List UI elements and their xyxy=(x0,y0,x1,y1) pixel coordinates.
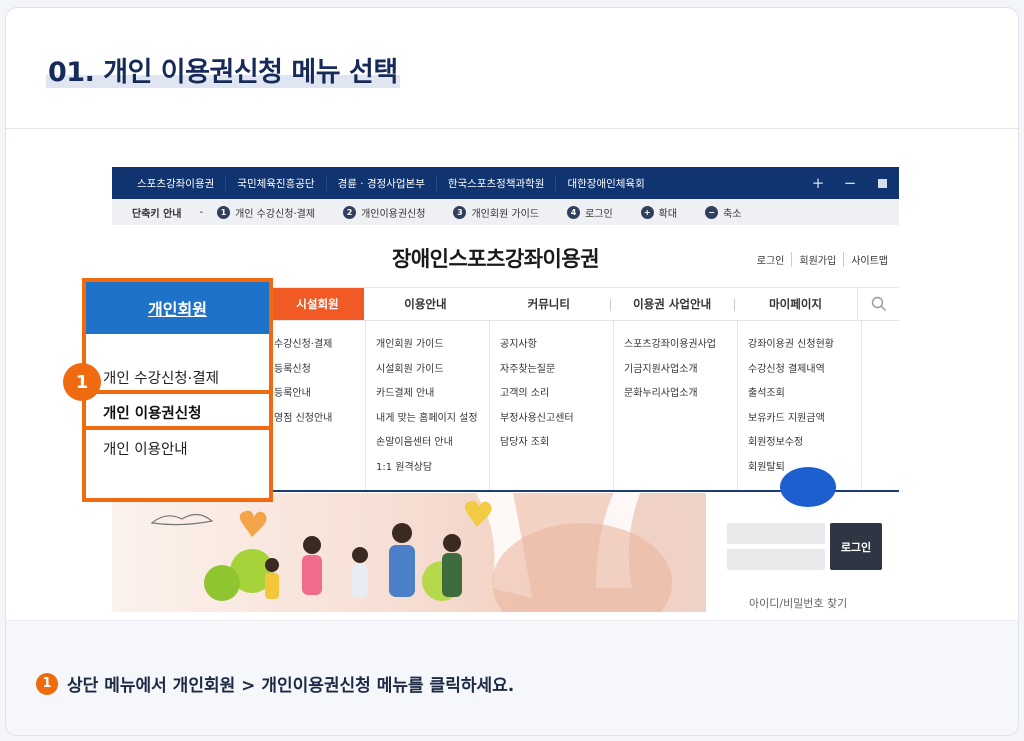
menu-item[interactable]: 등록안내 xyxy=(274,384,365,409)
card-header: 01. 개인 이용권신청 메뉴 선택 xyxy=(6,8,1018,129)
shortcut-dash: - xyxy=(199,206,204,218)
menu-item[interactable]: 시설회원 가이드 xyxy=(376,360,489,385)
page-title: 01. 개인 이용권신청 메뉴 선택 xyxy=(46,57,400,88)
menu-item[interactable]: 개인회원 가이드 xyxy=(376,335,489,360)
util-links: 로그인 회원가입 사이트맵 xyxy=(750,252,895,267)
menu-item[interactable]: 수강신청 결제내역 xyxy=(748,360,861,385)
step-instruction-text: 상단 메뉴에서 개인회원 > 개인이용권신청 메뉴를 클릭하세요. xyxy=(67,676,515,696)
submenu-personal-usage-guide[interactable]: 개인 이용안내 xyxy=(103,438,188,459)
nav-mypage[interactable]: 마이페이지 xyxy=(733,288,857,320)
menu-item[interactable]: 출석조회 xyxy=(748,384,861,409)
find-id-password-link[interactable]: 아이디/비밀번호 찾기 xyxy=(749,595,847,611)
signup-link[interactable]: 회원가입 xyxy=(791,252,843,267)
family-site-link[interactable]: 경륜 · 경정사업본부 xyxy=(327,175,437,191)
shortcut-text: 로그인 xyxy=(585,208,613,220)
site-logo-title[interactable]: 장애인스포츠강좌이용권 xyxy=(392,243,600,273)
step-number-callout: 1 xyxy=(63,363,101,401)
sitemap-link[interactable]: 사이트맵 xyxy=(843,252,895,267)
menu-item[interactable]: 등록신청 xyxy=(274,360,365,385)
shortcut-key-icon: 1 xyxy=(217,205,231,219)
shortcut-item[interactable]: − 축소 xyxy=(705,205,741,220)
shortcut-item[interactable]: 2 개인이용권신청 xyxy=(343,205,425,220)
highlight-box-top xyxy=(82,278,273,392)
shortcut-text: 개인회원 가이드 xyxy=(471,208,540,220)
nav-community[interactable]: 커뮤니티 xyxy=(487,288,610,320)
family-site-link[interactable]: 한국스포츠정책과학원 xyxy=(437,175,557,191)
login-widget: 로그인 아이디/비밀번호 찾기 xyxy=(706,467,899,612)
shortcut-key-icon: + xyxy=(640,205,654,219)
menu-item[interactable]: 회원정보수정 xyxy=(748,433,861,458)
shortcut-label: 단축키 안내 xyxy=(132,208,182,220)
menu-item[interactable]: 손말이음센터 안내 xyxy=(376,433,489,458)
shortcut-key-icon: − xyxy=(705,205,719,219)
zoom-controls: + − xyxy=(802,174,899,192)
shortcut-bar: 단축키 안내 - 1 개인 수강신청·결제 2 개인이용권신청 3 개인회원 가이드 … xyxy=(112,199,899,225)
dropdown-col-facility: 수강신청·결제 등록신청 등록안내 영점 신청안내 xyxy=(272,321,365,490)
menu-item[interactable]: 부정사용신고센터 xyxy=(500,409,613,434)
dropdown-col-business: 스포츠강좌이용권사업 기금지원사업소개 문화누리사업소개 xyxy=(613,321,737,490)
menu-item[interactable]: 자주찾는질문 xyxy=(500,360,613,385)
menu-item[interactable]: 1:1 원격상담 xyxy=(376,458,489,483)
menu-item[interactable]: 담당자 조회 xyxy=(500,433,613,458)
menu-item[interactable]: 공지사항 xyxy=(500,335,613,360)
dropdown-col-guide: 개인회원 가이드 시설회원 가이드 카드결제 안내 내게 맞는 홈페이지 설정 … xyxy=(365,321,489,490)
family-site-link[interactable]: 국민체육진흥공단 xyxy=(226,175,327,191)
reset-square-icon[interactable] xyxy=(878,178,887,188)
step-instructions: 1 상단 메뉴에서 개인회원 > 개인이용권신청 메뉴를 클릭하세요. xyxy=(6,620,1018,735)
shortcut-text: 축소 xyxy=(723,208,742,220)
nav-business-info[interactable]: 이용권 사업안내 xyxy=(610,288,733,320)
hero-illustration xyxy=(150,493,672,612)
shortcut-key-icon: 2 xyxy=(343,205,357,219)
login-link[interactable]: 로그인 xyxy=(750,252,792,267)
search-button[interactable] xyxy=(857,288,899,320)
menu-item[interactable]: 영점 신청안내 xyxy=(274,409,365,434)
step-note: 1 상단 메뉴에서 개인회원 > 개인이용권신청 메뉴를 클릭하세요. xyxy=(36,671,514,696)
password-input[interactable] xyxy=(727,549,825,570)
shortcut-item[interactable]: 1 개인 수강신청·결제 xyxy=(217,205,315,220)
shortcut-item[interactable]: + 확대 xyxy=(640,205,678,220)
hero-banner xyxy=(112,493,706,612)
nav-facility-member[interactable]: 시설회원 xyxy=(271,288,364,320)
family-site-link[interactable]: 스포츠강좌이용권 xyxy=(126,175,227,191)
dropdown-col-mypage: 강좌이용권 신청현황 수강신청 결제내역 출석조회 보유카드 지원금액 회원정보… xyxy=(737,321,861,490)
user-id-input[interactable] xyxy=(727,523,825,544)
decorative-circle xyxy=(780,467,836,507)
login-button[interactable]: 로그인 xyxy=(830,523,882,570)
menu-item[interactable]: 고객의 소리 xyxy=(500,384,613,409)
family-site-bar: 스포츠강좌이용권 국민체육진흥공단 경륜 · 경정사업본부 한국스포츠정책과학원… xyxy=(112,167,899,199)
shortcut-key-icon: 3 xyxy=(453,205,467,219)
zoom-in-icon[interactable]: + xyxy=(802,174,834,192)
family-site-link[interactable]: 대한장애인체육회 xyxy=(556,176,655,191)
shortcut-text: 확대 xyxy=(658,208,678,220)
search-icon xyxy=(871,296,886,311)
menu-item[interactable]: 기금지원사업소개 xyxy=(624,360,737,385)
step-number-badge: 1 xyxy=(36,672,58,695)
menu-item[interactable]: 카드결제 안내 xyxy=(376,384,489,409)
shortcut-text: 개인 수강신청·결제 xyxy=(235,208,316,220)
shortcut-key-icon: 4 xyxy=(567,205,581,219)
dropdown-spacer xyxy=(861,321,899,490)
shortcut-text: 개인이용권신청 xyxy=(361,208,426,220)
menu-item[interactable]: 보유카드 지원금액 xyxy=(748,409,861,434)
menu-item[interactable]: 스포츠강좌이용권사업 xyxy=(624,335,737,360)
zoom-out-icon[interactable]: − xyxy=(834,174,866,192)
shortcut-item[interactable]: 3 개인회원 가이드 xyxy=(453,205,539,220)
menu-item[interactable]: 내게 맞는 홈페이지 설정 xyxy=(376,409,489,434)
nav-usage-guide[interactable]: 이용안내 xyxy=(364,288,487,320)
menu-item[interactable]: 수강신청·결제 xyxy=(274,335,365,360)
shortcut-item[interactable]: 4 로그인 xyxy=(567,205,613,220)
menu-item[interactable]: 강좌이용권 신청현황 xyxy=(748,335,861,360)
dropdown-col-community: 공지사항 자주찾는질문 고객의 소리 부정사용신고센터 담당자 조회 xyxy=(489,321,613,490)
menu-item[interactable]: 문화누리사업소개 xyxy=(624,384,737,409)
highlight-box xyxy=(82,390,273,430)
